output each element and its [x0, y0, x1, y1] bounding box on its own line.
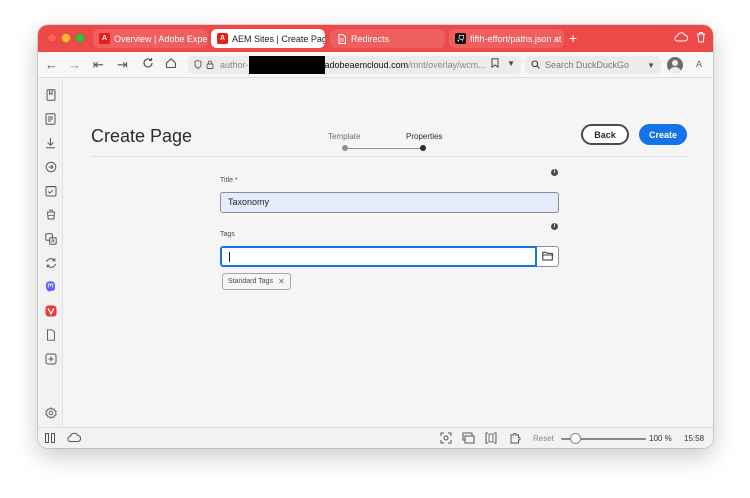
tab-overview[interactable]: A Overview | Adobe Experier [93, 29, 208, 48]
tag-chip: Standard Tags ✕ [222, 273, 291, 290]
browse-tags-button[interactable] [537, 246, 559, 267]
browser-window: A Overview | Adobe Experier A AEM Sites … [38, 25, 713, 448]
reload-icon[interactable] [142, 57, 154, 73]
settings-gear-icon[interactable] [44, 406, 57, 419]
notes-icon[interactable] [44, 184, 57, 197]
tag-chip-label: Standard Tags [228, 278, 274, 285]
remove-tag-icon[interactable]: ✕ [278, 277, 285, 286]
zoom-slider-handle[interactable] [569, 433, 581, 444]
page-actions-icon[interactable] [485, 432, 497, 448]
panel-toggle-icon[interactable] [44, 432, 56, 448]
navigation-toolbar: ← → ⇤ ⇥ author- adobeaemcloud.com /mnt/o… [38, 52, 713, 78]
chevron-down-icon[interactable]: ▼ [507, 59, 515, 68]
translate-icon[interactable] [44, 232, 57, 245]
tab-redirects[interactable]: Redirects [330, 29, 445, 48]
extensions-icon[interactable] [509, 432, 521, 448]
document-icon [336, 33, 347, 44]
info-icon[interactable]: i [551, 169, 558, 176]
cloud-sync-icon[interactable] [67, 432, 82, 447]
bookmarks-icon[interactable] [44, 88, 57, 101]
zoom-level: 100 % [649, 434, 672, 443]
clock: 15:58 [684, 434, 705, 443]
shield-icon [192, 59, 204, 71]
wizard-step-properties: Properties [406, 132, 443, 141]
tiling-icon[interactable] [462, 432, 475, 448]
title-label: Title * [220, 177, 238, 184]
page-title: Create Page [91, 126, 193, 146]
tab-label: Redirects [351, 33, 390, 44]
tab-github-paths[interactable]: fifth-effort/paths.json at m × [449, 29, 564, 48]
home-icon[interactable] [165, 57, 177, 73]
title-input[interactable]: Taxonomy [220, 192, 559, 213]
reading-list-icon[interactable] [44, 112, 57, 125]
cloud-icon[interactable] [674, 31, 689, 45]
create-button[interactable]: Create [639, 124, 687, 145]
zoom-window-button[interactable] [76, 34, 84, 42]
minimize-window-button[interactable] [62, 34, 70, 42]
downloads-icon[interactable] [44, 136, 57, 149]
back-button[interactable]: Back [581, 124, 629, 145]
search-placeholder: Search DuckDuckGo [545, 60, 630, 70]
adobe-icon: A [99, 33, 110, 44]
tab-bar: A Overview | Adobe Experier A AEM Sites … [38, 25, 713, 52]
mastodon-icon[interactable] [44, 280, 57, 293]
github-icon [455, 33, 466, 44]
close-window-button[interactable] [48, 34, 56, 42]
forward-arrow-icon[interactable]: → [68, 57, 81, 73]
add-panel-icon[interactable] [44, 352, 57, 365]
status-bar: Reset 100 % 15:58 [38, 427, 713, 448]
search-bar[interactable]: Search DuckDuckGo ▼ [525, 56, 661, 74]
wizard-progress-line [345, 148, 423, 149]
header-divider [91, 156, 687, 157]
tags-input[interactable] [220, 246, 537, 267]
aem-create-page-view: Create Page Template Properties Back Cre… [63, 79, 713, 427]
tab-label: AEM Sites | Create Page [232, 33, 325, 44]
chevron-down-icon[interactable]: ▼ [647, 61, 655, 70]
text-caret [229, 252, 230, 262]
wizard-dot-properties [420, 145, 426, 151]
window-panel-icon[interactable] [44, 208, 57, 221]
folder-icon [541, 248, 554, 266]
new-tab-button[interactable]: + [569, 30, 577, 46]
address-bar[interactable]: author- adobeaemcloud.com /mnt/overlay/w… [188, 56, 521, 74]
bookmark-icon[interactable] [491, 58, 499, 71]
adobe-icon: A [217, 33, 228, 44]
trash-icon[interactable] [696, 31, 706, 46]
sync-icon[interactable] [44, 256, 57, 269]
tags-label: Tags [220, 231, 235, 238]
browser-sidebar [38, 79, 63, 427]
back-arrow-icon[interactable]: ← [45, 57, 58, 73]
vivaldi-icon[interactable] [44, 304, 57, 317]
search-icon [531, 59, 541, 71]
url-host: adobeaemcloud.com [324, 60, 409, 70]
tab-label: fifth-effort/paths.json at m [470, 33, 564, 44]
wizard-step-template: Template [328, 132, 361, 141]
tab-label: Overview | Adobe Experier [114, 33, 208, 44]
capture-icon[interactable] [440, 432, 452, 448]
tab-aem-sites-create-page[interactable]: A AEM Sites | Create Page [211, 29, 325, 48]
url-prefix: author- [220, 60, 249, 70]
lock-icon [204, 60, 216, 71]
go-to-start-icon[interactable]: ⇤ [93, 57, 104, 73]
go-to-end-icon[interactable]: ⇥ [117, 57, 128, 73]
zoom-reset-button[interactable]: Reset [533, 434, 554, 443]
redacted-block [248, 56, 325, 74]
profile-avatar[interactable] [667, 57, 683, 73]
reader-mode-icon[interactable]: A [696, 59, 702, 69]
history-icon[interactable] [44, 160, 57, 173]
page-icon[interactable] [44, 328, 57, 341]
info-icon[interactable]: i [551, 223, 558, 230]
url-path: /mnt/overlay/wcm... [408, 60, 486, 70]
wizard-dot-template [342, 145, 348, 151]
